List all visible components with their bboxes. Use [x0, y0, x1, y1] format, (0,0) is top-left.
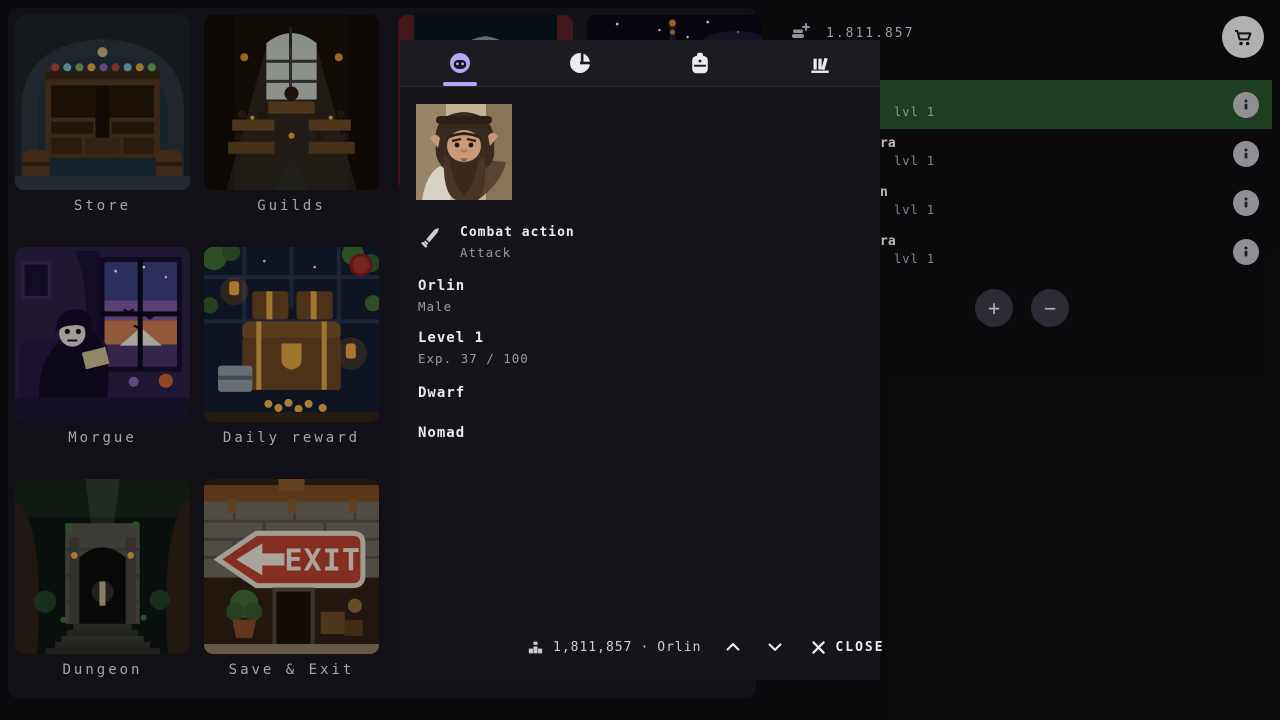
- minus-button[interactable]: −: [1031, 289, 1069, 327]
- next-character-button[interactable]: [765, 634, 785, 660]
- library-icon: [807, 50, 833, 76]
- combat-action-row: Combat action Attack: [420, 225, 575, 260]
- character-class-block: Nomad: [418, 425, 465, 441]
- roster-name: ra: [880, 234, 896, 249]
- character-race: Dwarf: [418, 385, 465, 401]
- character-modal: Combat action Attack Orlin Male Level 1 …: [400, 40, 880, 680]
- guilds-tile-art: [204, 15, 379, 190]
- tile-label-save-exit: Save & Exit: [204, 662, 379, 678]
- party-size-stepper: + −: [975, 289, 1069, 327]
- leaderboard-icon: [528, 640, 543, 655]
- character-exp: Exp. 37 / 100: [418, 351, 529, 366]
- tile-save-exit[interactable]: EXIT Save & Exit: [204, 479, 379, 678]
- footer-score: 1,811,857: [553, 640, 632, 655]
- modal-footer: 1,811,857 · Orlin CLOSE: [400, 632, 880, 662]
- tile-label-store: Store: [15, 198, 190, 214]
- character-level-block: Level 1 Exp. 37 / 100: [418, 330, 529, 366]
- save-exit-tile-art: EXIT: [204, 479, 379, 654]
- roster-name: n: [880, 185, 888, 200]
- pie-chart-icon: [567, 50, 593, 76]
- dungeon-tile-art: [15, 479, 190, 654]
- roster-level: lvl 1: [894, 252, 935, 266]
- info-button[interactable]: [1233, 141, 1259, 167]
- character-name-block: Orlin Male: [418, 278, 465, 314]
- tab-stats[interactable]: [520, 40, 640, 86]
- info-icon: [1239, 147, 1253, 161]
- chevron-up-icon: [723, 637, 743, 657]
- footer-separator: ·: [640, 640, 649, 655]
- tile-guilds[interactable]: Guilds: [204, 15, 379, 214]
- character-class: Nomad: [418, 425, 465, 441]
- footer-character-name: Orlin: [657, 640, 701, 655]
- game-screen: Store: [0, 0, 1280, 720]
- character-gender: Male: [418, 299, 465, 314]
- roster-level: lvl 1: [894, 154, 935, 168]
- modal-tabbar: [400, 40, 880, 87]
- info-icon: [1239, 98, 1253, 112]
- chevron-down-icon: [765, 637, 785, 657]
- exit-sign-text: EXIT: [284, 544, 361, 579]
- score-group: 1,811,857 · Orlin: [528, 640, 701, 655]
- info-button[interactable]: [1233, 92, 1259, 118]
- tile-daily-reward[interactable]: Daily reward: [204, 247, 379, 446]
- tile-label-morgue: Morgue: [15, 430, 190, 446]
- face-icon: [447, 50, 473, 76]
- morgue-tile-art: [15, 247, 190, 422]
- character-level: Level 1: [418, 330, 529, 346]
- cart-icon: [1231, 25, 1255, 49]
- close-icon: [811, 640, 826, 655]
- roster-level: lvl 1: [894, 203, 935, 217]
- info-icon: [1239, 196, 1253, 210]
- close-button[interactable]: CLOSE: [811, 640, 884, 655]
- close-label: CLOSE: [835, 640, 884, 655]
- combat-action-title: Combat action: [460, 225, 575, 240]
- tab-inventory[interactable]: [640, 40, 760, 86]
- tab-character[interactable]: [400, 40, 520, 86]
- backpack-icon: [687, 50, 713, 76]
- active-tab-underline: [443, 82, 477, 86]
- tile-label-daily-reward: Daily reward: [204, 430, 379, 446]
- info-button[interactable]: [1233, 190, 1259, 216]
- previous-character-button[interactable]: [723, 634, 743, 660]
- tile-label-guilds: Guilds: [204, 198, 379, 214]
- character-race-block: Dwarf: [418, 385, 465, 401]
- character-portrait: [416, 104, 512, 200]
- roster-name: ra: [880, 136, 896, 151]
- balance-value: 1.811.857: [826, 26, 914, 41]
- plus-button[interactable]: +: [975, 289, 1013, 327]
- info-icon: [1239, 245, 1253, 259]
- tab-library[interactable]: [760, 40, 880, 86]
- info-button[interactable]: [1233, 239, 1259, 265]
- roster-level: lvl 1: [894, 105, 935, 119]
- tile-label-dungeon: Dungeon: [15, 662, 190, 678]
- tile-dungeon[interactable]: Dungeon: [15, 479, 190, 678]
- sword-icon: [420, 225, 444, 249]
- daily-reward-tile-art: [204, 247, 379, 422]
- cart-button[interactable]: [1222, 16, 1264, 58]
- combat-action-value: Attack: [460, 245, 575, 260]
- tile-morgue[interactable]: Morgue: [15, 247, 190, 446]
- tile-store[interactable]: Store: [15, 15, 190, 214]
- store-tile-art: [15, 15, 190, 190]
- character-name: Orlin: [418, 278, 465, 294]
